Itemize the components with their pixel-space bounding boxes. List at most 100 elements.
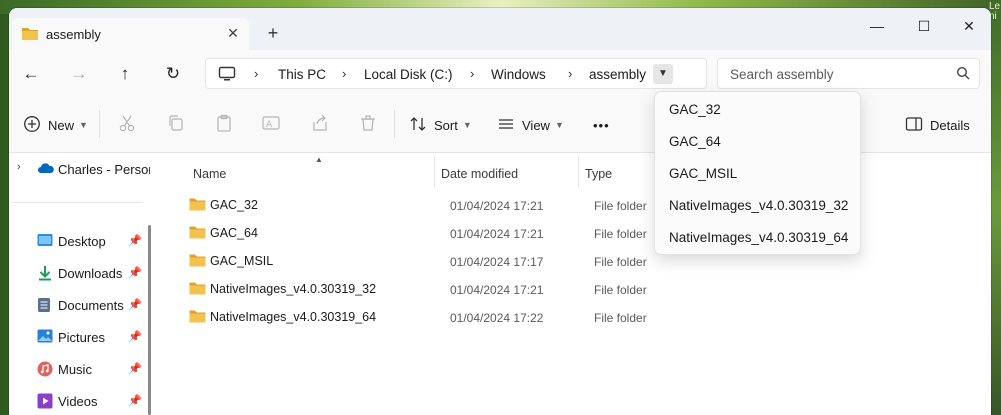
menu-item-nativeimages-64[interactable]: NativeImages_v4.0.30319_64 <box>669 230 848 245</box>
view-button-label: View <box>522 117 550 133</box>
back-button[interactable]: ← <box>17 62 45 86</box>
pin-icon[interactable]: 📌 <box>128 234 142 247</box>
new-tab-button[interactable]: + <box>263 23 283 43</box>
folder-icon <box>21 26 39 44</box>
sidebar-item-downloads[interactable]: Downloads 📌 <box>9 261 149 285</box>
search-input[interactable] <box>730 65 940 83</box>
pin-icon[interactable]: 📌 <box>128 330 142 343</box>
paste-icon[interactable] <box>214 113 236 135</box>
menu-item-gac-64[interactable]: GAC_64 <box>669 134 721 149</box>
file-date-modified: 01/04/2024 17:21 <box>450 227 544 241</box>
breadcrumb-local-disk[interactable]: Local Disk (C:) <box>364 67 453 82</box>
sidebar-item-onedrive[interactable]: › Charles - Personal <box>9 157 150 181</box>
column-header-date-modified[interactable]: Date modified <box>441 167 518 181</box>
cut-icon[interactable] <box>117 113 139 135</box>
menu-item-gac-msil[interactable]: GAC_MSIL <box>669 166 737 181</box>
chevron-down-icon: ▼ <box>462 120 472 130</box>
tab-close-icon[interactable]: ✕ <box>224 24 242 42</box>
sidebar-item-label: Desktop <box>58 234 106 249</box>
sidebar-item-pictures[interactable]: Pictures 📌 <box>9 325 149 349</box>
breadcrumb-assembly[interactable]: assembly <box>589 67 646 82</box>
column-divider[interactable] <box>434 157 435 187</box>
file-type: File folder <box>594 199 647 213</box>
chevron-right-icon[interactable]: › <box>17 161 21 173</box>
file-type: File folder <box>594 311 647 325</box>
delete-icon[interactable] <box>358 113 380 135</box>
sidebar-item-label: Music <box>58 362 92 377</box>
address-bar[interactable]: › This PC › Local Disk (C:) › Windows › … <box>205 58 707 89</box>
title-bar: assembly ✕ + — ☐ ✕ <box>9 8 991 50</box>
search-box[interactable] <box>717 58 980 89</box>
search-icon[interactable] <box>956 66 970 83</box>
refresh-button[interactable]: ↻ <box>159 62 187 86</box>
details-pane-button[interactable]: Details <box>905 114 970 136</box>
menu-item-gac-32[interactable]: GAC_32 <box>669 102 721 117</box>
details-button-label: Details <box>930 117 970 133</box>
svg-text:A: A <box>266 120 273 130</box>
navigation-bar: ← → ↑ ↻ › This PC › Local Disk (C:) › Wi… <box>9 50 991 96</box>
breadcrumb-dropdown-chevron-down-icon[interactable]: ▼ <box>653 64 673 84</box>
close-window-button[interactable]: ✕ <box>949 14 989 38</box>
share-icon[interactable] <box>310 113 332 135</box>
folder-icon <box>189 253 206 270</box>
view-button[interactable]: View ▼ <box>497 114 564 136</box>
sidebar-item-documents[interactable]: Documents 📌 <box>9 293 149 317</box>
file-date-modified: 01/04/2024 17:22 <box>450 311 544 325</box>
plus-circle-icon <box>23 115 41 136</box>
column-header-type[interactable]: Type <box>585 167 612 181</box>
sidebar-item-label: Charles - Personal <box>58 162 150 177</box>
new-button-label: New <box>48 117 75 133</box>
music-icon <box>37 361 53 380</box>
tab-assembly[interactable]: assembly ✕ <box>12 18 249 50</box>
sort-button[interactable]: Sort ▼ <box>409 114 472 136</box>
toolbar-divider <box>394 110 395 138</box>
file-name: NativeImages_v4.0.30319_32 <box>210 282 377 296</box>
breadcrumb-separator: › <box>342 66 347 81</box>
documents-icon <box>37 297 51 316</box>
breadcrumb-this-pc[interactable]: This PC <box>278 67 326 82</box>
file-type: File folder <box>594 227 647 241</box>
file-date-modified: 01/04/2024 17:21 <box>450 199 544 213</box>
folder-icon <box>189 281 206 298</box>
new-button[interactable]: New ▼ <box>23 114 88 136</box>
sidebar-item-videos[interactable]: Videos 📌 <box>9 389 149 413</box>
more-options-button[interactable]: ••• <box>593 114 610 136</box>
sidebar-item-desktop[interactable]: Desktop 📌 <box>9 229 149 253</box>
file-name: GAC_64 <box>210 226 258 240</box>
maximize-button[interactable]: ☐ <box>904 14 944 38</box>
up-button[interactable]: ↑ <box>111 62 139 86</box>
tab-title: assembly <box>46 27 101 42</box>
view-lines-icon <box>497 115 515 136</box>
forward-button[interactable]: → <box>65 62 93 86</box>
computer-icon <box>218 66 236 85</box>
breadcrumb-separator: › <box>568 66 573 81</box>
chevron-down-icon: ▼ <box>554 120 564 130</box>
download-icon <box>37 265 53 284</box>
file-type: File folder <box>594 283 647 297</box>
column-divider[interactable] <box>578 157 579 187</box>
pin-icon[interactable]: 📌 <box>128 298 142 311</box>
pin-icon[interactable]: 📌 <box>128 362 142 375</box>
file-type: File folder <box>594 255 647 269</box>
pictures-icon <box>37 329 53 346</box>
file-name: NativeImages_v4.0.30319_64 <box>210 310 377 324</box>
minimize-button[interactable]: — <box>857 14 897 38</box>
pin-icon[interactable]: 📌 <box>128 266 142 279</box>
file-date-modified: 01/04/2024 17:17 <box>450 255 544 269</box>
pin-icon[interactable]: 📌 <box>128 394 142 407</box>
sidebar-divider <box>12 202 142 203</box>
menu-item-nativeimages-32[interactable]: NativeImages_v4.0.30319_32 <box>669 198 848 213</box>
rename-icon[interactable]: A <box>261 113 283 135</box>
videos-icon <box>37 393 53 412</box>
table-row[interactable]: NativeImages_v4.0.30319_64 01/04/2024 17… <box>175 304 775 330</box>
breadcrumb-windows[interactable]: Windows <box>491 67 546 82</box>
folder-icon <box>189 225 206 242</box>
sidebar-scrollbar[interactable] <box>148 225 151 415</box>
table-row[interactable]: NativeImages_v4.0.30319_32 01/04/2024 17… <box>175 276 775 302</box>
file-date-modified: 01/04/2024 17:21 <box>450 283 544 297</box>
copy-icon[interactable] <box>166 113 188 135</box>
sidebar-item-music[interactable]: Music 📌 <box>9 357 149 381</box>
sort-icon <box>409 115 427 136</box>
file-explorer-window: assembly ✕ + — ☐ ✕ ← → ↑ ↻ › This PC › L… <box>9 8 991 415</box>
column-header-name[interactable]: Name <box>193 167 226 181</box>
